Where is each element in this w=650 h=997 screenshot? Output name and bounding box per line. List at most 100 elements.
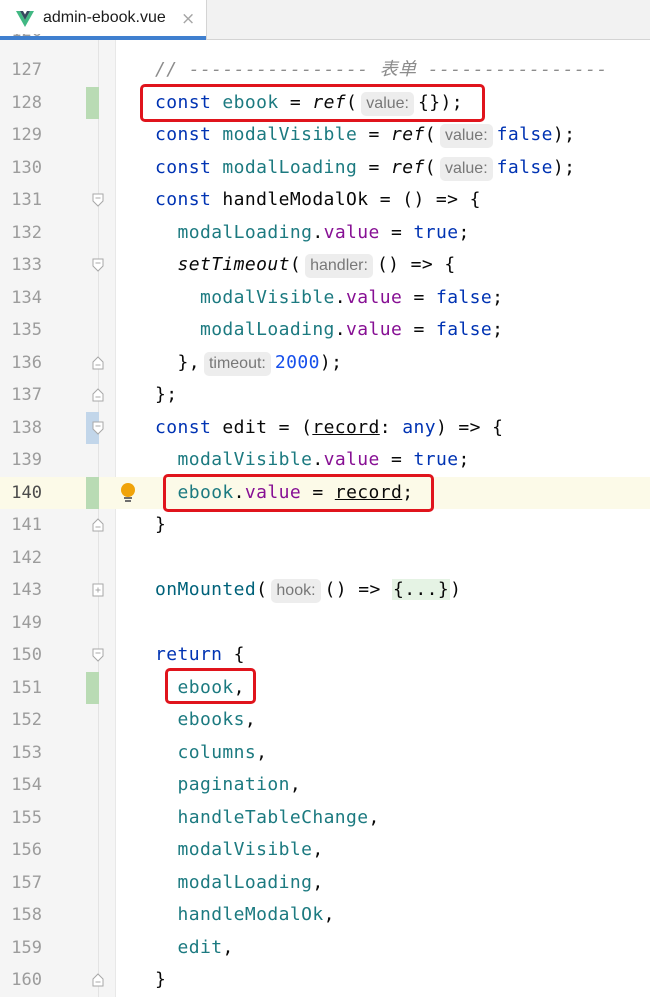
code-token: , [289,774,302,795]
code-text[interactable]: }, timeout: 2000); [155,347,342,380]
line-number: 127 [11,60,42,80]
code-line[interactable]: 158 handleModalOk, [0,899,650,932]
line-number: 138 [11,417,42,438]
code-line[interactable]: 143 onMounted(hook:() => {...}) [0,574,650,607]
code-text[interactable]: setTimeout(handler:() => { [155,249,456,282]
code-line[interactable]: 149 [0,607,650,640]
line-number: 140 [11,482,42,503]
close-icon[interactable]: × [181,9,195,29]
code-token: // ---------------- 表单 ---------------- [155,59,608,80]
code-line[interactable]: 132 modalLoading.value = true; [0,217,650,250]
code-line[interactable]: 156 modalVisible, [0,834,650,867]
code-text[interactable]: modalLoading, [155,867,324,900]
code-token: . [334,286,347,308]
line-number: 133 [11,255,42,275]
code-text[interactable]: }; [155,379,177,412]
code-text[interactable]: // ---------------- 表单 ---------------- [155,54,608,87]
vcs-added-marker[interactable] [86,476,99,509]
code-token: , [244,709,257,730]
line-number: 139 [11,450,42,470]
code-text[interactable]: const handleModalOk = () => { [155,184,481,217]
code-line[interactable]: 127 // ---------------- 表单 --------------… [0,54,650,87]
code-token: 2000 [274,351,320,373]
fold-icon[interactable] [92,355,104,370]
code-text[interactable]: const modalLoading = ref(value: false); [155,152,575,185]
code-line[interactable]: 153 columns, [0,737,650,770]
code-text[interactable]: pagination, [155,769,301,802]
code-line[interactable]: 130 const modalLoading = ref(value: false)… [0,152,650,185]
fold-icon[interactable] [92,518,104,532]
vcs-added-marker[interactable] [86,671,99,704]
code-text[interactable]: const modalVisible = ref(value: false); [155,119,575,152]
line-number: 134 [11,287,42,308]
code-line[interactable]: 135 modalLoading.value = false; [0,314,650,347]
code-line[interactable]: 139 modalVisible.value = true; [0,444,650,477]
fold-icon[interactable] [92,421,104,435]
line-number: 154 [11,775,42,795]
code-token: true [413,449,459,470]
code-text[interactable]: ebooks, [155,704,256,737]
code-line[interactable]: 138 const edit = (record: any) => { [0,411,650,445]
code-text[interactable]: columns, [155,737,267,770]
code-line[interactable]: 129 const modalVisible = ref(value: false)… [0,119,650,152]
code-line[interactable]: 155 handleTableChange, [0,802,650,835]
code-token: . [312,221,324,243]
code-token: true [413,221,459,243]
line-number: 153 [11,742,42,763]
code-text[interactable]: handleModalOk, [155,899,335,932]
code-line[interactable]: 152 ebooks, [0,704,650,737]
code-text[interactable]: return { [155,639,245,672]
code-text[interactable]: modalLoading.value = false; [155,314,503,347]
code-token: pagination [177,774,290,795]
code-text[interactable]: } [155,509,166,542]
code-token: handleTableChange [177,806,369,828]
code-text[interactable]: const edit = (record: any) => { [155,412,503,445]
code-text[interactable]: onMounted(hook:() => {...}) [155,574,461,607]
code-line[interactable]: 142 [0,542,650,575]
parameter-hint: handler: [305,254,373,278]
code-line[interactable]: 154 pagination, [0,769,650,802]
line-number: 150 [11,645,42,665]
code-text[interactable]: handleTableChange, [155,802,380,835]
code-line[interactable]: 136 }, timeout: 2000); [0,347,650,380]
code-token: , [323,904,335,925]
code-text[interactable]: modalVisible.value = false; [155,282,503,315]
code-text[interactable]: } [155,964,166,997]
fold-icon[interactable] [92,388,104,402]
fold-icon[interactable] [92,193,104,207]
code-token: const [155,189,223,210]
code-token: columns [177,741,257,763]
code-text[interactable]: modalVisible, [155,834,324,867]
code-line[interactable]: 157 modalLoading, [0,867,650,900]
code-line[interactable]: 134 modalVisible.value = false; [0,282,650,315]
code-line[interactable]: 137}; [0,379,650,412]
code-line[interactable]: 131 const handleModalOk = () => { [0,184,650,217]
fold-icon[interactable] [92,258,104,272]
code-token: ); [552,156,576,178]
expand-fold-icon[interactable] [92,583,104,597]
line-number: 141 [11,515,42,535]
fold-icon[interactable] [92,648,104,662]
fold-icon[interactable] [92,973,104,987]
vcs-added-marker[interactable] [86,86,99,119]
code-token: modalVisible [222,124,358,145]
code-text[interactable]: edit, [155,932,234,965]
parameter-hint: value: [439,124,493,148]
code-text[interactable]: modalLoading.value = true; [155,217,470,250]
code-line[interactable]: 150 return { [0,639,650,672]
code-token: : [379,416,403,438]
line-number: 129 [11,125,42,145]
line-number: 136 [11,352,42,373]
code-line[interactable]: 160} [0,964,650,997]
code-text[interactable]: modalVisible.value = true; [155,444,470,477]
code-line[interactable]: 133 setTimeout(handler:() => { [0,249,650,282]
code-line[interactable]: 159 edit, [0,932,650,965]
code-line[interactable]: 151 ebook, [0,671,650,704]
lightbulb-icon[interactable] [120,482,136,504]
code-token: = [357,156,391,178]
vue-logo-icon [16,11,34,27]
code-line[interactable]: 141} [0,509,650,542]
